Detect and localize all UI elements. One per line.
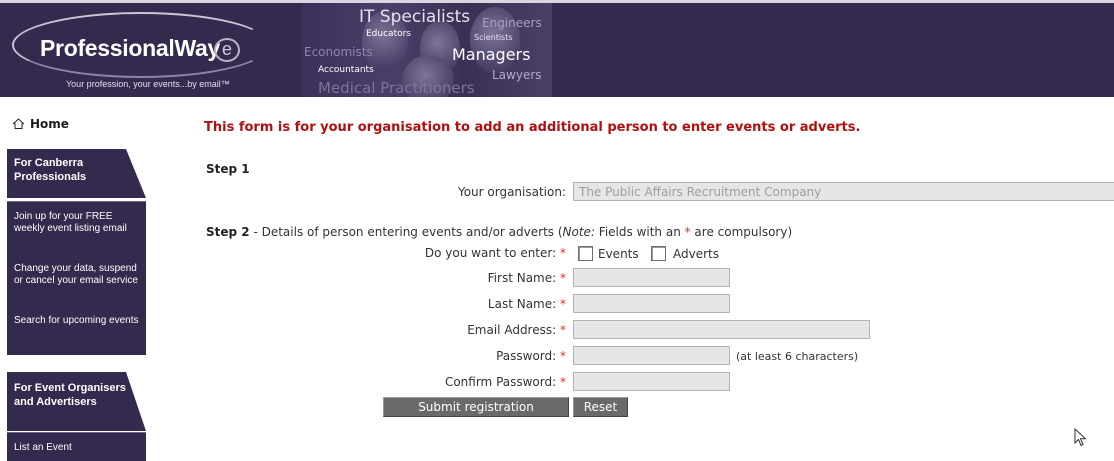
organisation-label: Your organisation: bbox=[457, 185, 566, 199]
sidebar-heading-organisers: For Event Organisers and Advertisers bbox=[7, 372, 146, 431]
sidebar-link-search-events[interactable]: Search for upcoming events bbox=[14, 315, 140, 327]
collage-word: Economists bbox=[304, 45, 373, 59]
sidebar-link-list-event[interactable]: List an Event bbox=[14, 442, 140, 454]
email-e-icon: e bbox=[214, 38, 240, 62]
required-marker: * bbox=[560, 323, 566, 337]
step-2-text: are compulsory) bbox=[690, 225, 793, 239]
adverts-checkbox[interactable] bbox=[651, 246, 666, 261]
collage-word: Engineers bbox=[482, 16, 542, 30]
required-marker: * bbox=[560, 246, 566, 260]
collage-word: Lawyers bbox=[492, 68, 542, 82]
step-2-text: - Details of person entering events and/… bbox=[249, 225, 563, 239]
events-checkbox[interactable] bbox=[578, 246, 593, 261]
password-field[interactable] bbox=[573, 346, 730, 365]
enter-type-label: Do you want to enter: * bbox=[425, 246, 566, 260]
sidebar-link-join[interactable]: Join up for your FREE weekly event listi… bbox=[14, 211, 140, 235]
confirm-password-label: Confirm Password: * bbox=[445, 375, 566, 389]
first-name-field[interactable] bbox=[573, 268, 730, 287]
collage-word: Educators bbox=[366, 29, 411, 39]
sidebar-item-label[interactable]: Home bbox=[30, 117, 69, 131]
page-title: This form is for your organisation to ad… bbox=[204, 120, 861, 135]
site-logo[interactable]: ProfessionalWay bbox=[40, 35, 220, 62]
step-1-heading: Step 1 bbox=[206, 162, 250, 176]
banner-top-border bbox=[0, 0, 1114, 3]
sidebar-nav: Home For Canberra Professionals Join up … bbox=[0, 97, 190, 461]
professions-collage: IT Specialists Engineers Educators Scien… bbox=[302, 3, 552, 97]
home-icon bbox=[12, 118, 25, 129]
sidebar-heading-professionals: For Canberra Professionals bbox=[7, 149, 146, 198]
email-text: Email Address: bbox=[467, 323, 557, 337]
last-name-label: Last Name: * bbox=[488, 297, 566, 311]
collage-word: Scientists bbox=[474, 33, 513, 42]
sidebar-item-home[interactable]: Home bbox=[0, 97, 190, 145]
last-name-text: Last Name: bbox=[487, 297, 557, 311]
password-label: Password: * bbox=[496, 349, 566, 363]
collage-word: Managers bbox=[452, 45, 531, 64]
required-marker: * bbox=[560, 375, 566, 389]
confirm-password-field[interactable] bbox=[573, 372, 730, 391]
last-name-field[interactable] bbox=[573, 294, 730, 313]
required-marker: * bbox=[560, 349, 566, 363]
events-checkbox-label: Events bbox=[598, 247, 639, 261]
confirm-password-text: Confirm Password: bbox=[444, 375, 557, 389]
sidebar-link-change-data[interactable]: Change your data, suspend or cancel your… bbox=[14, 263, 140, 287]
enter-type-text: Do you want to enter: bbox=[424, 246, 557, 260]
email-field[interactable] bbox=[573, 320, 870, 339]
adverts-checkbox-label: Adverts bbox=[673, 247, 719, 261]
collage-word: Medical Practitioners bbox=[318, 79, 475, 97]
organisation-field[interactable]: The Public Affairs Recruitment Company bbox=[573, 182, 1114, 201]
email-label: Email Address: * bbox=[467, 323, 566, 337]
password-text: Password: bbox=[496, 349, 557, 363]
first-name-label: First Name: * bbox=[488, 271, 566, 285]
required-marker: * bbox=[560, 297, 566, 311]
mouse-cursor-icon bbox=[1074, 428, 1087, 447]
collage-word: Accountants bbox=[318, 65, 374, 75]
submit-registration-button[interactable]: Submit registration bbox=[383, 397, 569, 417]
header-banner: ProfessionalWay e Your profession, your … bbox=[0, 0, 1114, 97]
reset-button[interactable]: Reset bbox=[573, 397, 628, 417]
collage-word: IT Specialists bbox=[359, 7, 471, 27]
site-tagline: Your profession, your events...by email™ bbox=[66, 79, 230, 89]
step-2-label: Step 2 bbox=[206, 225, 250, 239]
step-2-text: Fields with an bbox=[594, 225, 685, 239]
required-marker: * bbox=[560, 271, 566, 285]
step-2-heading: Step 2 - Details of person entering even… bbox=[206, 225, 792, 239]
step-2-description: - Details of person entering events and/… bbox=[249, 225, 793, 239]
first-name-text: First Name: bbox=[487, 271, 557, 285]
step-2-note: Note: bbox=[562, 225, 595, 239]
password-hint: (at least 6 characters) bbox=[736, 350, 859, 363]
